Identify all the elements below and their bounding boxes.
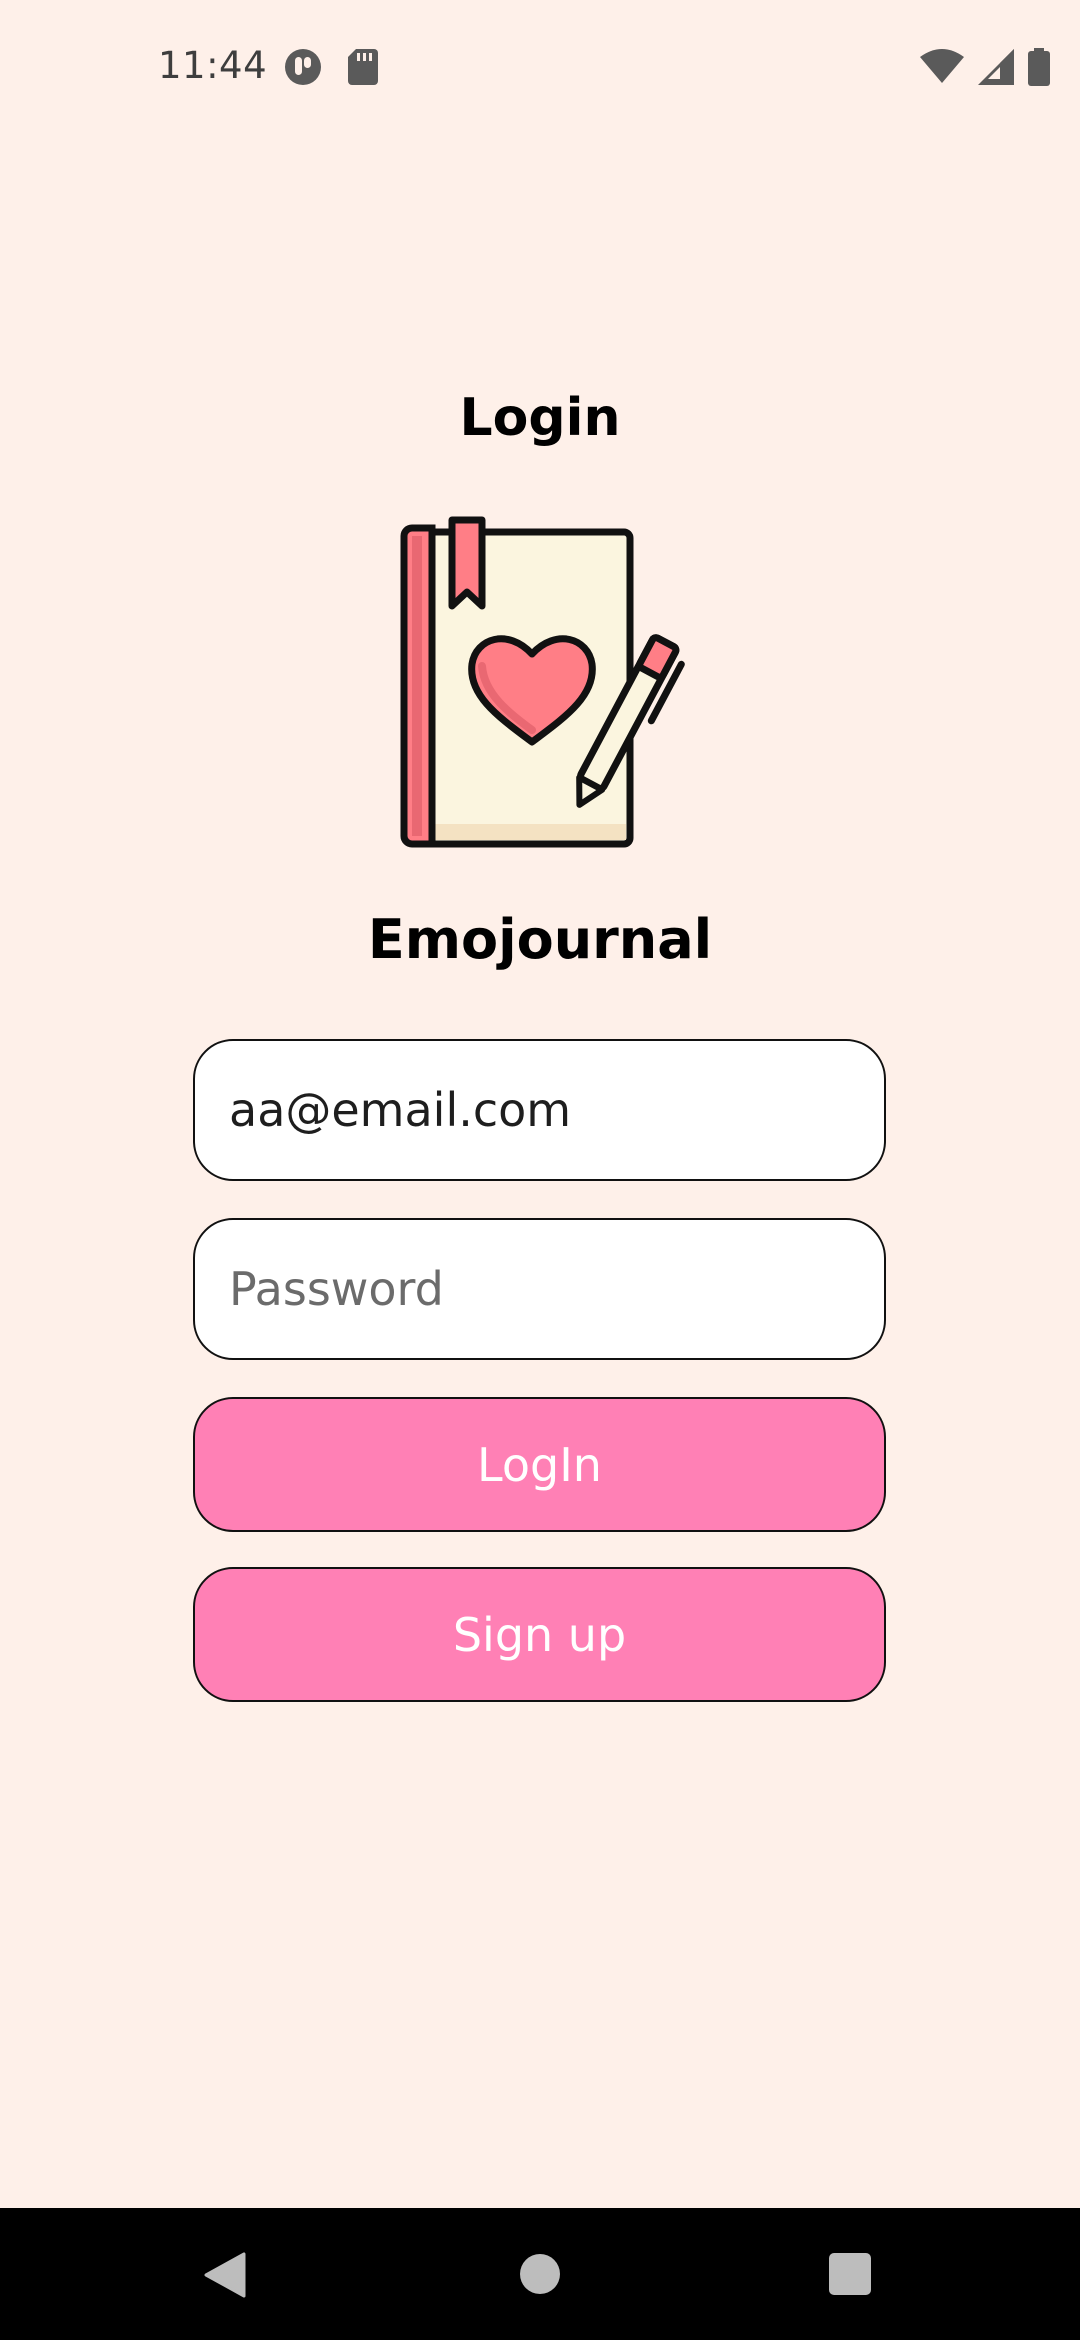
page-title: Login xyxy=(459,388,621,448)
journal-heart-pen-icon xyxy=(390,514,690,854)
home-icon[interactable] xyxy=(520,2254,560,2294)
wifi-icon xyxy=(920,49,964,89)
login-button[interactable]: LogIn xyxy=(193,1397,886,1532)
status-time: 11:44 xyxy=(158,44,268,87)
recents-icon[interactable] xyxy=(829,2253,871,2295)
sd-card-icon xyxy=(348,49,378,89)
app-name: Emojournal xyxy=(367,908,713,971)
login-screen: 11:44 Login Emojournal aa@email.com LogI… xyxy=(0,0,1080,2340)
status-right-icons xyxy=(920,48,1050,90)
status-left-icons xyxy=(284,48,378,90)
login-button-label: LogIn xyxy=(477,1437,602,1492)
navigation-bar xyxy=(0,2208,1080,2340)
signal-icon xyxy=(978,49,1014,89)
status-bar: 11:44 xyxy=(0,0,1080,140)
battery-icon xyxy=(1028,48,1050,90)
signup-button[interactable]: Sign up xyxy=(193,1567,886,1702)
password-field[interactable] xyxy=(193,1218,886,1360)
email-field[interactable] xyxy=(193,1039,886,1181)
notification-icon xyxy=(284,48,322,90)
back-icon[interactable] xyxy=(204,2252,246,2302)
signup-button-label: Sign up xyxy=(452,1607,627,1662)
